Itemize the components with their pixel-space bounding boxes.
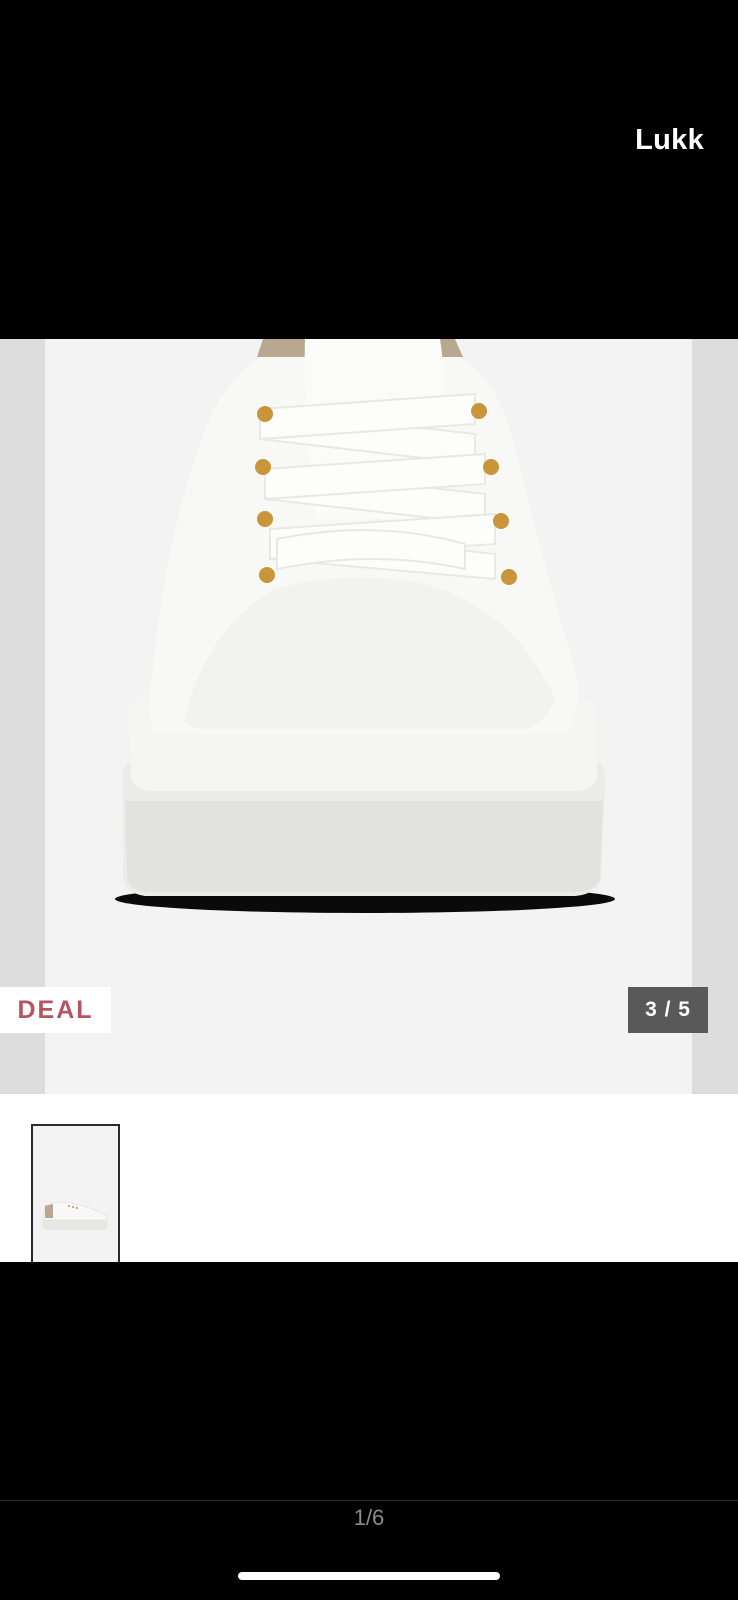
page-indicator: 1/6	[353, 1505, 385, 1530]
thumbnail-strip	[0, 1094, 738, 1262]
deal-badge: DEAL	[0, 987, 111, 1033]
thumbnail-sneaker	[42, 1201, 108, 1230]
divider	[0, 1500, 738, 1501]
product-image-gallery[interactable]: DEAL 3 / 5	[0, 339, 738, 1094]
product-image[interactable]	[45, 339, 692, 1094]
viewer-top-bar: Lukk	[0, 0, 738, 339]
image-counter: 3 / 5	[628, 987, 708, 1033]
viewer-bottom-area	[0, 1262, 738, 1600]
outsole-texture	[125, 801, 603, 892]
sneaker-illustration	[115, 339, 615, 913]
thumbnail-item[interactable]	[31, 1124, 120, 1262]
close-button[interactable]: Lukk	[635, 124, 704, 157]
laces	[259, 392, 496, 581]
home-indicator[interactable]	[238, 1572, 500, 1580]
